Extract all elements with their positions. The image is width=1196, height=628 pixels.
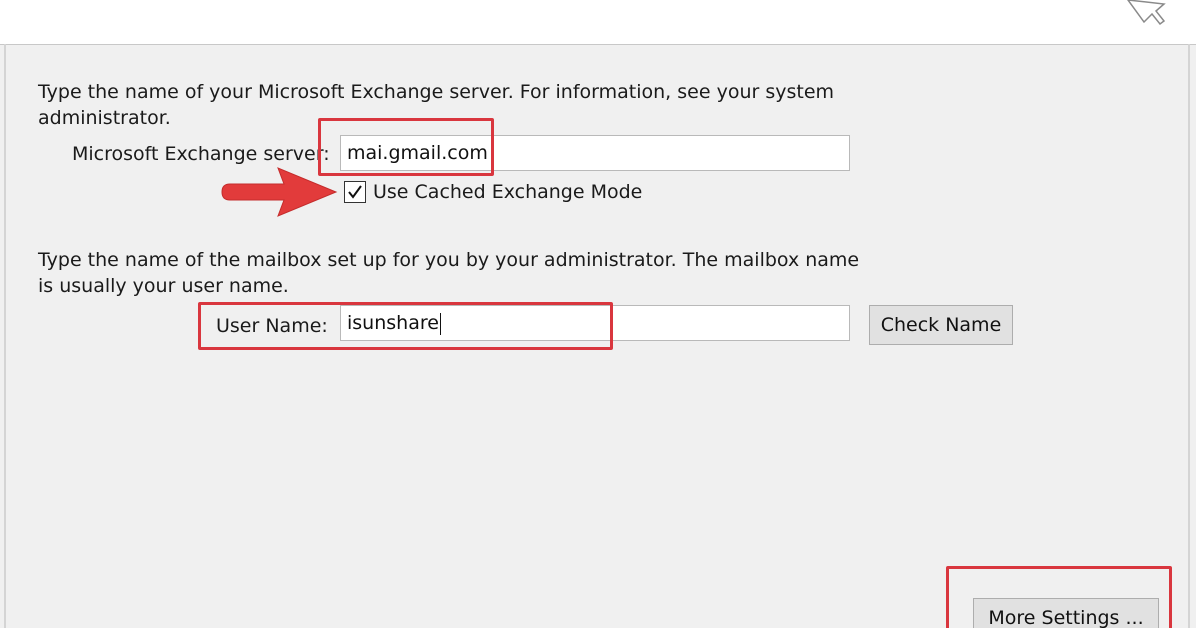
user-name-highlight-box — [198, 302, 613, 350]
check-icon — [348, 185, 362, 199]
server-highlight-box — [318, 118, 494, 176]
cursor-icon — [1127, 0, 1166, 26]
cached-mode-label[interactable]: Use Cached Exchange Mode — [373, 179, 642, 205]
arrow-right-icon — [221, 167, 338, 217]
more-settings-highlight-box — [946, 566, 1172, 628]
dialog-right-edge — [1188, 44, 1190, 628]
account-settings-dialog: Type the name of your Microsoft Exchange… — [0, 0, 1196, 628]
dialog-header — [0, 0, 1196, 45]
check-name-button[interactable]: Check Name — [869, 305, 1013, 345]
cached-mode-checkbox[interactable] — [344, 181, 366, 203]
server-description-line: Type the name of your Microsoft Exchange… — [38, 81, 835, 103]
mailbox-description: Type the name of the mailbox set up for … — [38, 247, 859, 299]
mailbox-description-line: is usually your user name. — [38, 275, 289, 297]
dialog-left-edge — [4, 44, 6, 628]
mailbox-description-line: Type the name of the mailbox set up for … — [38, 249, 860, 271]
